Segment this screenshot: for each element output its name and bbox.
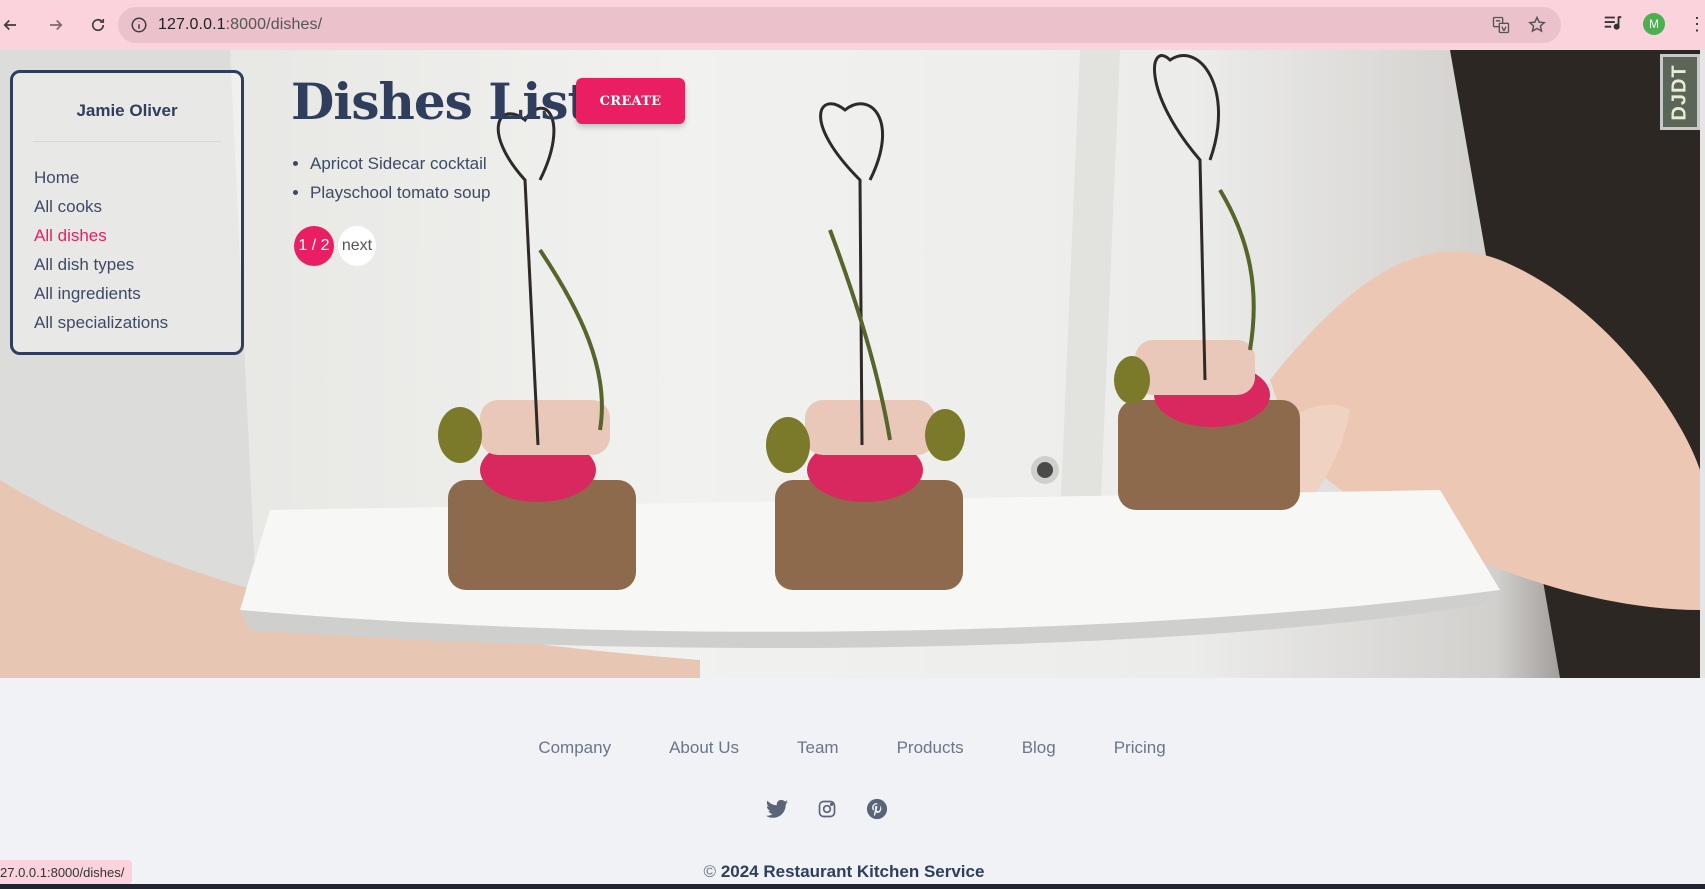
instagram-icon[interactable]: [816, 798, 838, 820]
status-bar-url: 27.0.0.1:8000/dishes/: [0, 860, 133, 884]
next-page-link[interactable]: next: [338, 226, 376, 266]
dishes-list: Apricot Sidecar cocktail Playschool toma…: [310, 149, 491, 207]
current-page-indicator: 1 / 2: [294, 226, 334, 266]
dish-list-item[interactable]: Playschool tomato soup: [310, 178, 491, 207]
forward-arrow-icon[interactable]: [40, 9, 72, 41]
site-footer: Company About Us Team Products Blog Pric…: [0, 678, 1705, 889]
sidebar-item-specializations[interactable]: All specializations: [34, 308, 168, 337]
sidebar-divider: [33, 141, 221, 142]
footer-link-products[interactable]: Products: [897, 738, 964, 758]
footer-link-company[interactable]: Company: [538, 738, 611, 758]
page-title: Dishes List: [291, 72, 591, 131]
footer-link-pricing[interactable]: Pricing: [1114, 738, 1166, 758]
media-control-icon[interactable]: [1602, 12, 1624, 39]
twitter-icon[interactable]: [766, 798, 788, 820]
footer-links: Company About Us Team Products Blog Pric…: [0, 738, 1700, 758]
footer-link-about[interactable]: About Us: [669, 738, 739, 758]
site-info-icon[interactable]: [128, 14, 150, 36]
reload-icon[interactable]: [82, 9, 114, 41]
back-arrow-icon[interactable]: [0, 9, 26, 41]
sidebar-item-ingredients[interactable]: All ingredients: [34, 279, 168, 308]
address-bar[interactable]: 127.0.0.1:8000/dishes/: [118, 7, 1561, 43]
browser-toolbar: 127.0.0.1:8000/dishes/ M ⋮: [0, 0, 1705, 50]
translate-icon[interactable]: [1491, 15, 1511, 35]
create-button[interactable]: CREATE: [576, 78, 685, 124]
address-url[interactable]: 127.0.0.1:8000/dishes/: [158, 16, 322, 34]
kebab-menu-icon[interactable]: ⋮: [1688, 12, 1705, 36]
sidebar-item-dishes[interactable]: All dishes: [34, 221, 168, 250]
hero-section: Jamie Oliver Home All cooks All dishes A…: [0, 50, 1700, 678]
footer-link-blog[interactable]: Blog: [1022, 738, 1056, 758]
pagination: 1 / 2 next: [294, 226, 376, 266]
os-taskbar: [0, 884, 1705, 889]
sidebar-item-cooks[interactable]: All cooks: [34, 192, 168, 221]
sidebar-nav: Jamie Oliver Home All cooks All dishes A…: [10, 70, 244, 355]
pinterest-icon[interactable]: [866, 798, 888, 820]
hero-background-image: [0, 50, 1700, 678]
sidebar-item-home[interactable]: Home: [34, 163, 168, 192]
social-links: [766, 798, 888, 820]
sidebar-item-dish-types[interactable]: All dish types: [34, 250, 168, 279]
debug-toolbar-handle[interactable]: DJDT: [1660, 54, 1700, 130]
footer-link-team[interactable]: Team: [797, 738, 839, 758]
sidebar-menu: Home All cooks All dishes All dish types…: [34, 163, 168, 337]
dish-list-item[interactable]: Apricot Sidecar cocktail: [310, 149, 491, 178]
bookmark-star-icon[interactable]: [1527, 15, 1547, 35]
sidebar-user-name: Jamie Oliver: [76, 101, 178, 120]
copyright: © 2024 Restaurant Kitchen Service: [703, 862, 985, 881]
profile-avatar[interactable]: M: [1643, 13, 1665, 35]
